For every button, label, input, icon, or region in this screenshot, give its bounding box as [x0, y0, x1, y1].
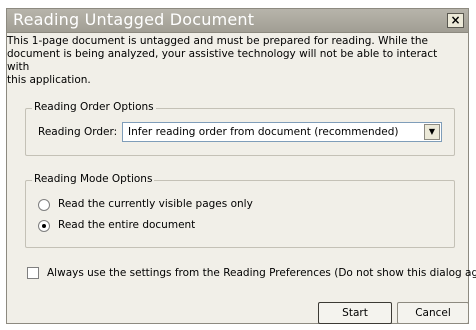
dropdown-arrow-button[interactable]: ▼	[424, 124, 440, 140]
always-use-settings-checkbox[interactable]	[27, 267, 39, 279]
chevron-down-icon: ▼	[428, 127, 436, 136]
reading-order-group: Reading Order Options Reading Order: Inf…	[25, 101, 455, 156]
close-icon: ×	[450, 13, 461, 27]
reading-mode-group: Reading Mode Options Read the currently …	[25, 173, 455, 248]
radio-entire-document-circle[interactable]	[38, 220, 50, 232]
radio-visible-pages-label: Read the currently visible pages only	[58, 198, 253, 210]
radio-entire-document-label: Read the entire document	[58, 219, 196, 231]
close-button[interactable]: ×	[447, 13, 464, 28]
reading-mode-group-label: Reading Mode Options	[32, 173, 155, 185]
reading-order-label: Reading Order:	[38, 126, 118, 138]
always-use-settings-label: Always use the settings from the Reading…	[47, 267, 476, 279]
reading-order-select[interactable]: Infer reading order from document (recom…	[122, 122, 442, 142]
radio-visible-pages-circle[interactable]	[38, 199, 50, 211]
intro-message: This 1-page document is untagged and mus…	[7, 35, 438, 86]
reading-order-selected-value: Infer reading order from document (recom…	[128, 126, 399, 138]
dialog-title: Reading Untagged Document	[13, 10, 255, 29]
start-button[interactable]: Start	[318, 302, 392, 324]
title-bar[interactable]: Reading Untagged Document ×	[7, 9, 468, 33]
cancel-button[interactable]: Cancel	[397, 302, 469, 324]
reading-order-group-label: Reading Order Options	[32, 101, 156, 113]
